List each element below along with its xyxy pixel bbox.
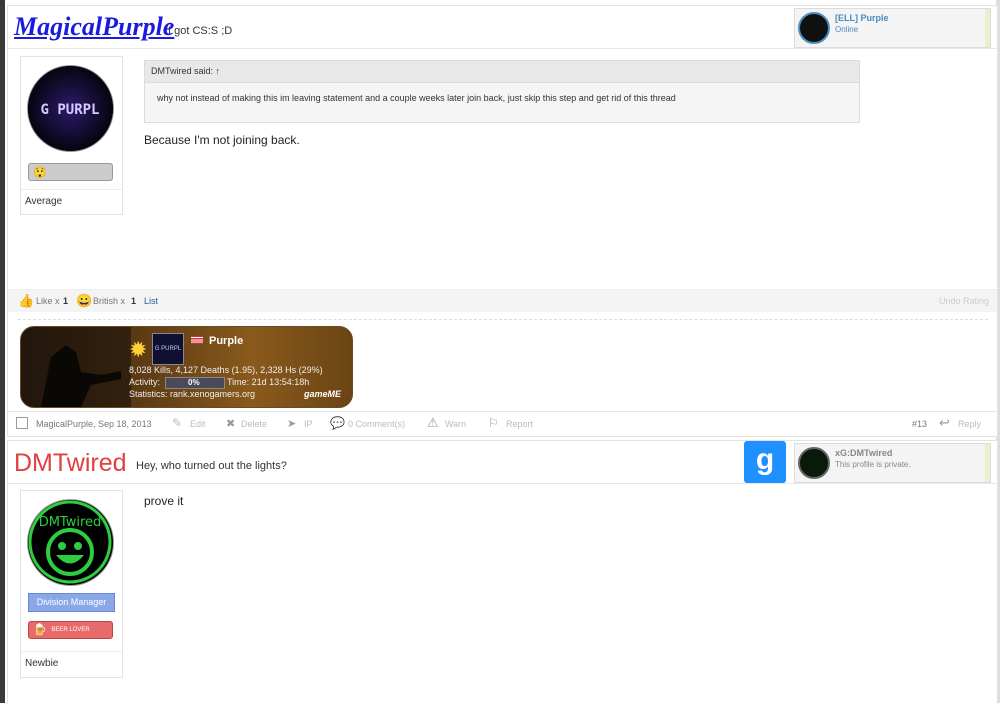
signature-site: Statistics: rank.xenogamers.org — [129, 389, 256, 399]
warn-link[interactable]: Warn — [445, 419, 466, 429]
signature-avatar-text: G PURPL — [154, 346, 182, 352]
reply-link[interactable]: Reply — [958, 419, 981, 429]
edit-link[interactable]: Edit — [190, 419, 206, 429]
user-badge: 🍺 BEER LOVER — [28, 621, 113, 639]
avatar-text: G PURPL — [40, 102, 99, 118]
post-header: DMTwired Hey, who turned out the lights?… — [8, 441, 997, 484]
avatar[interactable]: G PURPL — [27, 65, 114, 152]
username-link[interactable]: DMTwired — [14, 449, 127, 478]
ip-link[interactable]: IP — [304, 419, 313, 429]
gameme-brand: gameME — [304, 389, 342, 399]
signature-avatar: G PURPL — [152, 333, 184, 365]
group-title: Division Manager — [28, 593, 115, 612]
likes-list-link[interactable]: List — [144, 296, 158, 306]
rank-star-icon: ✹ — [129, 337, 148, 362]
signature-stats: 8,028 Kills, 4,127 Deaths (1.95), 2,328 … — [129, 365, 323, 375]
user-info-box: G PURPL 😲 Average — [20, 56, 123, 215]
gameme-signature-banner[interactable]: ✹ G PURPL Purple 8,028 Kills, 4,127 Deat… — [20, 326, 353, 408]
activity-value: 0% — [188, 378, 200, 387]
ip-icon: ➤ — [287, 418, 297, 430]
signature-activity-label: Activity: — [129, 377, 161, 387]
signature-divider — [18, 319, 988, 320]
undo-rating-link[interactable]: Undo Rating — [939, 296, 989, 306]
avatar-text: DMTwired — [39, 515, 102, 530]
post-footer: MagicalPurple, Sep 18, 2013 ✎ Edit ✖ Del… — [8, 411, 997, 436]
badge-emoji-icon: 😲 — [33, 167, 47, 179]
post-dmtwired: DMTwired Hey, who turned out the lights?… — [7, 440, 998, 704]
garrys-mod-icon: g — [744, 441, 786, 483]
like-label: Like x — [36, 296, 60, 306]
edit-icon: ✎ — [172, 416, 183, 430]
avatar-image: G PURPL — [28, 66, 113, 151]
quote-header[interactable]: DMTwired said: ↑ — [145, 61, 859, 83]
like-icon: 👍 — [18, 293, 35, 308]
like-count: 1 — [63, 296, 69, 306]
quote-block: DMTwired said: ↑ why not instead of maki… — [144, 60, 860, 123]
soldier-silhouette — [21, 327, 131, 407]
user-info-box: DMTwired Division Manager 🍺 BEER LOVER N… — [20, 490, 123, 678]
user-badge: 😲 — [28, 163, 113, 181]
steam-profile-widget[interactable]: [ELL] Purple Online — [794, 8, 991, 48]
avatar-image: DMTwired — [28, 500, 112, 584]
widget-grip — [985, 9, 990, 47]
warn-icon: ⚠ — [427, 415, 439, 430]
badge-label: BEER LOVER — [51, 627, 90, 633]
comment-icon: 💬 — [330, 416, 345, 430]
british-count: 1 — [131, 296, 137, 306]
select-checkbox[interactable] — [16, 417, 28, 429]
post-message: Because I'm not joining back. — [144, 133, 300, 147]
user-title: Hey, who turned out the lights? — [136, 460, 287, 472]
steam-name[interactable]: [ELL] Purple — [835, 13, 889, 23]
activity-bar: 0% — [165, 377, 225, 389]
steam-avatar — [798, 447, 830, 479]
user-rank: Average — [25, 196, 63, 207]
signature-player-name: Purple — [209, 335, 244, 347]
steam-profile-widget[interactable]: xG:DMTwired This profile is private. — [794, 443, 991, 483]
steam-status: This profile is private. — [835, 460, 911, 469]
steam-avatar — [798, 12, 830, 44]
signature-time: Time: 21d 13:54:18h — [227, 377, 310, 387]
beer-icon: 🍺 — [33, 624, 47, 636]
us-flag-icon — [191, 336, 203, 344]
likes-bar: 👍 Like x 1 😀 British x 1 List Undo Ratin… — [8, 289, 997, 312]
reply-icon: ↩ — [939, 415, 950, 430]
post-number[interactable]: #13 — [912, 419, 927, 429]
post-header: MagicalPurple I got CS:S ;D [ELL] Purple… — [8, 6, 997, 49]
british-label: British x — [93, 296, 126, 306]
delete-link[interactable]: Delete — [241, 419, 267, 429]
comments-link[interactable]: 0 Comment(s) — [348, 419, 405, 429]
user-rank: Newbie — [25, 658, 59, 669]
left-edge — [0, 0, 5, 703]
post-magicalpurple: MagicalPurple I got CS:S ;D [ELL] Purple… — [7, 5, 998, 437]
delete-icon: ✖ — [226, 418, 236, 430]
steam-name[interactable]: xG:DMTwired — [835, 448, 892, 458]
widget-grip — [985, 444, 990, 482]
avatar[interactable]: DMTwired — [27, 499, 114, 586]
rank-divider — [21, 651, 122, 652]
report-link[interactable]: Report — [506, 419, 533, 429]
quote-text: why not instead of making this im leavin… — [157, 93, 676, 103]
username-link[interactable]: MagicalPurple — [14, 12, 174, 42]
report-icon: ⚐ — [488, 416, 499, 430]
post-author-date[interactable]: MagicalPurple, Sep 18, 2013 — [36, 419, 152, 429]
british-icon: 😀 — [76, 293, 93, 308]
rank-divider — [21, 189, 122, 190]
steam-status: Online — [835, 25, 859, 34]
post-message: prove it — [144, 494, 184, 508]
user-title: I got CS:S ;D — [168, 25, 233, 37]
gmod-letter: g — [755, 443, 775, 476]
